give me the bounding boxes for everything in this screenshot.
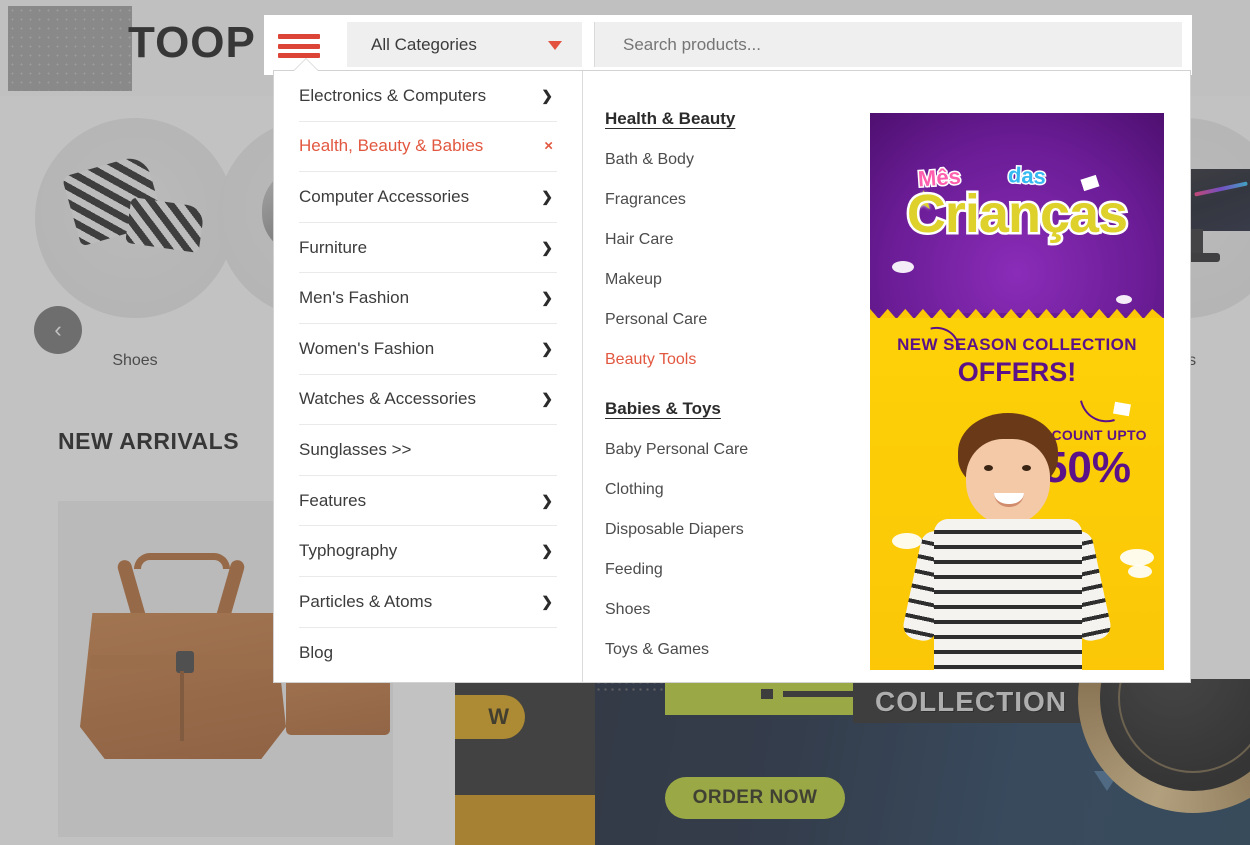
category-label: Men's Fashion xyxy=(299,288,410,308)
sublink-makeup[interactable]: Makeup xyxy=(605,271,883,289)
category-item-particles-atoms[interactable]: Particles & Atoms ❯ xyxy=(299,577,557,628)
category-label: Electronics & Computers xyxy=(299,85,487,105)
paper-plane-icon xyxy=(1113,401,1131,417)
sublink-baby-personal-care[interactable]: Baby Personal Care xyxy=(605,441,883,459)
chevron-right-icon: ❯ xyxy=(541,593,553,610)
category-label: Health, Beauty & Babies xyxy=(299,136,484,156)
caret-down-icon xyxy=(548,41,562,50)
category-label: Typhography xyxy=(299,541,398,561)
close-icon[interactable]: × xyxy=(544,138,553,155)
sublink-fragrances[interactable]: Fragrances xyxy=(605,191,883,209)
category-item-blog[interactable]: Blog xyxy=(299,628,557,679)
category-list: Electronics & Computers ❯ Health, Beauty… xyxy=(274,71,583,682)
screen: TOOP Shoes S ors xyxy=(0,0,1250,845)
category-item-watches-accessories[interactable]: Watches & Accessories ❯ xyxy=(299,375,557,426)
sublink-clothing[interactable]: Clothing xyxy=(605,481,883,499)
search-input[interactable] xyxy=(623,34,1123,55)
category-label: Features xyxy=(299,490,367,510)
category-label: Women's Fashion xyxy=(299,338,435,358)
subcategory-group-babies-toys: Babies & Toys Baby Personal Care Clothin… xyxy=(605,399,883,659)
sublink-hair-care[interactable]: Hair Care xyxy=(605,231,883,249)
cloud-icon xyxy=(1120,549,1154,566)
category-item-computer-accessories[interactable]: Computer Accessories ❯ xyxy=(299,172,557,223)
sublink-bath-body[interactable]: Bath & Body xyxy=(605,151,883,169)
all-categories-select[interactable]: All Categories xyxy=(347,22,582,67)
cloud-icon xyxy=(1116,295,1132,304)
mega-menu-panel: Electronics & Computers ❯ Health, Beauty… xyxy=(273,70,1191,683)
category-item-features[interactable]: Features ❯ xyxy=(299,476,557,527)
category-item-furniture[interactable]: Furniture ❯ xyxy=(299,223,557,274)
child-photo xyxy=(900,413,1114,670)
subcategory-group-health-beauty: Health & Beauty Bath & Body Fragrances H… xyxy=(605,109,883,369)
category-label: Computer Accessories xyxy=(299,186,470,206)
chevron-right-icon: ❯ xyxy=(541,390,553,407)
promo-title-criancas: Crianças xyxy=(904,182,1130,247)
chevron-right-icon: ❯ xyxy=(541,87,553,104)
sublink-beauty-tools[interactable]: Beauty Tools xyxy=(605,351,883,369)
menu-toolbar: All Categories xyxy=(264,15,1192,75)
category-item-health-beauty-babies[interactable]: Health, Beauty & Babies × xyxy=(299,122,557,173)
cloud-icon xyxy=(892,261,914,273)
cloud-icon xyxy=(892,533,922,549)
subcategory-columns: Health & Beauty Bath & Body Fragrances H… xyxy=(583,109,883,682)
promo-banner-image[interactable]: ★ Mês das Crianças NEW SEASON COLLECTION… xyxy=(870,113,1164,670)
chevron-right-icon: ❯ xyxy=(541,492,553,509)
mega-menu-content: Health & Beauty Bath & Body Fragrances H… xyxy=(583,71,1190,682)
sublink-disposable-diapers[interactable]: Disposable Diapers xyxy=(605,521,883,539)
hamburger-icon[interactable] xyxy=(278,31,320,61)
all-categories-label: All Categories xyxy=(371,34,477,54)
sublink-toys-games[interactable]: Toys & Games xyxy=(605,641,883,659)
sublink-shoes[interactable]: Shoes xyxy=(605,601,883,619)
sublink-feeding[interactable]: Feeding xyxy=(605,561,883,579)
category-item-womens-fashion[interactable]: Women's Fashion ❯ xyxy=(299,324,557,375)
chevron-right-icon: ❯ xyxy=(541,239,553,256)
subcategory-heading[interactable]: Babies & Toys xyxy=(605,399,883,419)
chevron-right-icon: ❯ xyxy=(541,188,553,205)
category-item-typhography[interactable]: Typhography ❯ xyxy=(299,526,557,577)
subcategory-heading[interactable]: Health & Beauty xyxy=(605,109,883,129)
mega-menu-root: All Categories Electronics & Computers ❯… xyxy=(264,15,1192,683)
menu-pointer-arrow xyxy=(294,59,318,71)
chevron-right-icon: ❯ xyxy=(541,542,553,559)
category-label: Blog xyxy=(299,642,334,662)
category-item-electronics-computers[interactable]: Electronics & Computers ❯ xyxy=(299,71,557,122)
category-item-mens-fashion[interactable]: Men's Fashion ❯ xyxy=(299,273,557,324)
search-bar[interactable] xyxy=(594,22,1182,67)
chevron-right-icon: ❯ xyxy=(541,289,553,306)
sublink-personal-care[interactable]: Personal Care xyxy=(605,311,883,329)
chevron-right-icon: ❯ xyxy=(541,340,553,357)
category-label: Furniture xyxy=(299,237,368,257)
cloud-icon xyxy=(1128,565,1152,578)
category-label: Particles & Atoms xyxy=(299,591,433,611)
category-label: Sunglasses >> xyxy=(299,439,412,459)
category-label: Watches & Accessories xyxy=(299,389,476,409)
category-item-sunglasses[interactable]: Sunglasses >> xyxy=(299,425,557,476)
